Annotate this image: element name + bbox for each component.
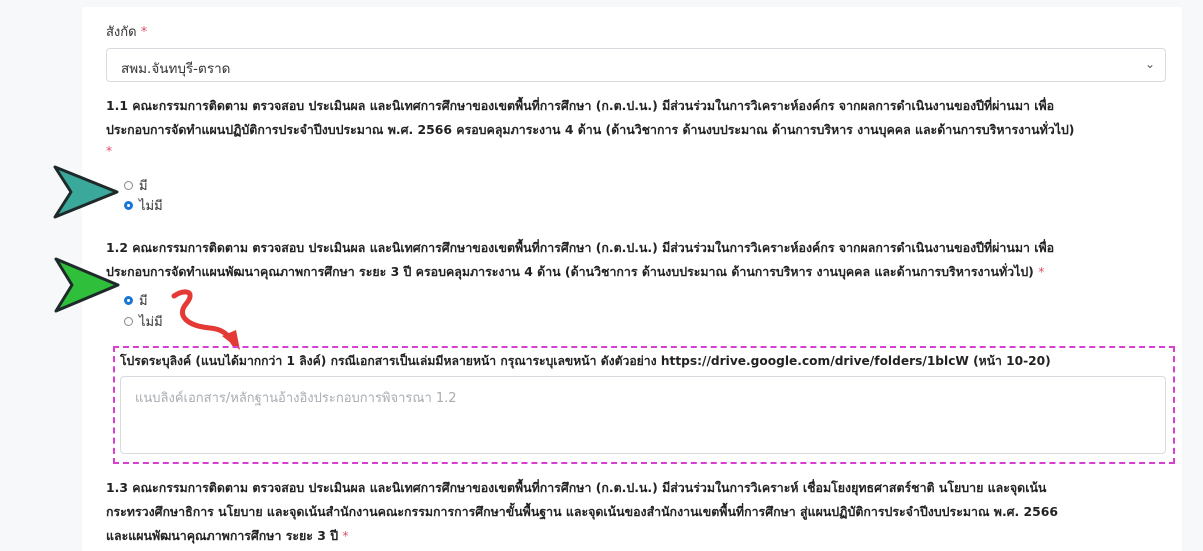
link-field-label: โปรดระบุลิงค์ (แนบได้มากกว่า 1 ลิงค์) กร… (120, 354, 1051, 368)
green-pointer-arrow-icon (54, 257, 120, 313)
q1-2-option-yes[interactable]: มี (124, 290, 148, 311)
question-1-3-line3: และแผนพัฒนาคุณภาพการศึกษา ระยะ 3 ปี (106, 528, 339, 543)
radio-button-checked[interactable] (124, 296, 133, 305)
chevron-down-icon: ⌄ (1144, 57, 1155, 71)
question-1-2: 1.2 คณะกรรมการติดตาม ตรวจสอบ ประเมินผล แ… (106, 236, 1176, 284)
option-label: ไม่มี (139, 315, 163, 330)
q1-1-option-yes[interactable]: มี (124, 175, 148, 196)
q1-2-option-no[interactable]: ไม่มี (124, 311, 163, 332)
affiliation-select[interactable]: สพม.จันทบุรี-ตราด ⌄ (106, 48, 1166, 82)
evidence-link-textarea[interactable]: แนบลิงค์เอกสาร/หลักฐานอ้างอิงประกอบการพิ… (120, 376, 1166, 454)
question-1-3: 1.3 คณะกรรมการติดตาม ตรวจสอบ ประเมินผล แ… (106, 476, 1176, 548)
radio-button[interactable] (124, 181, 133, 190)
teal-pointer-arrow-icon (53, 165, 119, 219)
question-1-1-line1: 1.1 คณะกรรมการติดตาม ตรวจสอบ ประเมินผล แ… (106, 98, 1055, 113)
red-curved-arrow-icon (171, 289, 240, 350)
question-1-2-line1: 1.2 คณะกรรมการติดตาม ตรวจสอบ ประเมินผล แ… (106, 240, 1055, 255)
required-mark: * (1038, 264, 1045, 279)
question-1-1: 1.1 คณะกรรมการติดตาม ตรวจสอบ ประเมินผล แ… (106, 94, 1176, 160)
required-mark: * (140, 25, 148, 40)
radio-button[interactable] (124, 317, 133, 326)
affiliation-label-row: สังกัด * (106, 21, 147, 42)
question-1-3-line2: กระทรวงศึกษาธิการ นโยบาย และจุดเน้นสำนัก… (106, 504, 1059, 519)
option-label: ไม่มี (139, 199, 163, 214)
textarea-placeholder: แนบลิงค์เอกสาร/หลักฐานอ้างอิงประกอบการพิ… (135, 391, 457, 406)
radio-button-checked[interactable] (124, 201, 133, 210)
option-label: มี (139, 179, 148, 194)
affiliation-label: สังกัด (106, 25, 137, 40)
question-1-2-line2: ประกอบการจัดทำแผนพัฒนาคุณภาพการศึกษา ระย… (106, 264, 1034, 279)
affiliation-selected-value: สพม.จันทบุรี-ตราด (121, 61, 231, 77)
option-label: มี (139, 294, 148, 309)
q1-1-option-no[interactable]: ไม่มี (124, 195, 163, 216)
required-mark: * (342, 528, 349, 543)
required-mark: * (106, 143, 113, 158)
question-1-1-line2: ประกอบการจัดทำแผนปฏิบัติการประจำปีงบประม… (106, 122, 1075, 137)
question-1-3-line1: 1.3 คณะกรรมการติดตาม ตรวจสอบ ประเมินผล แ… (106, 480, 1047, 495)
